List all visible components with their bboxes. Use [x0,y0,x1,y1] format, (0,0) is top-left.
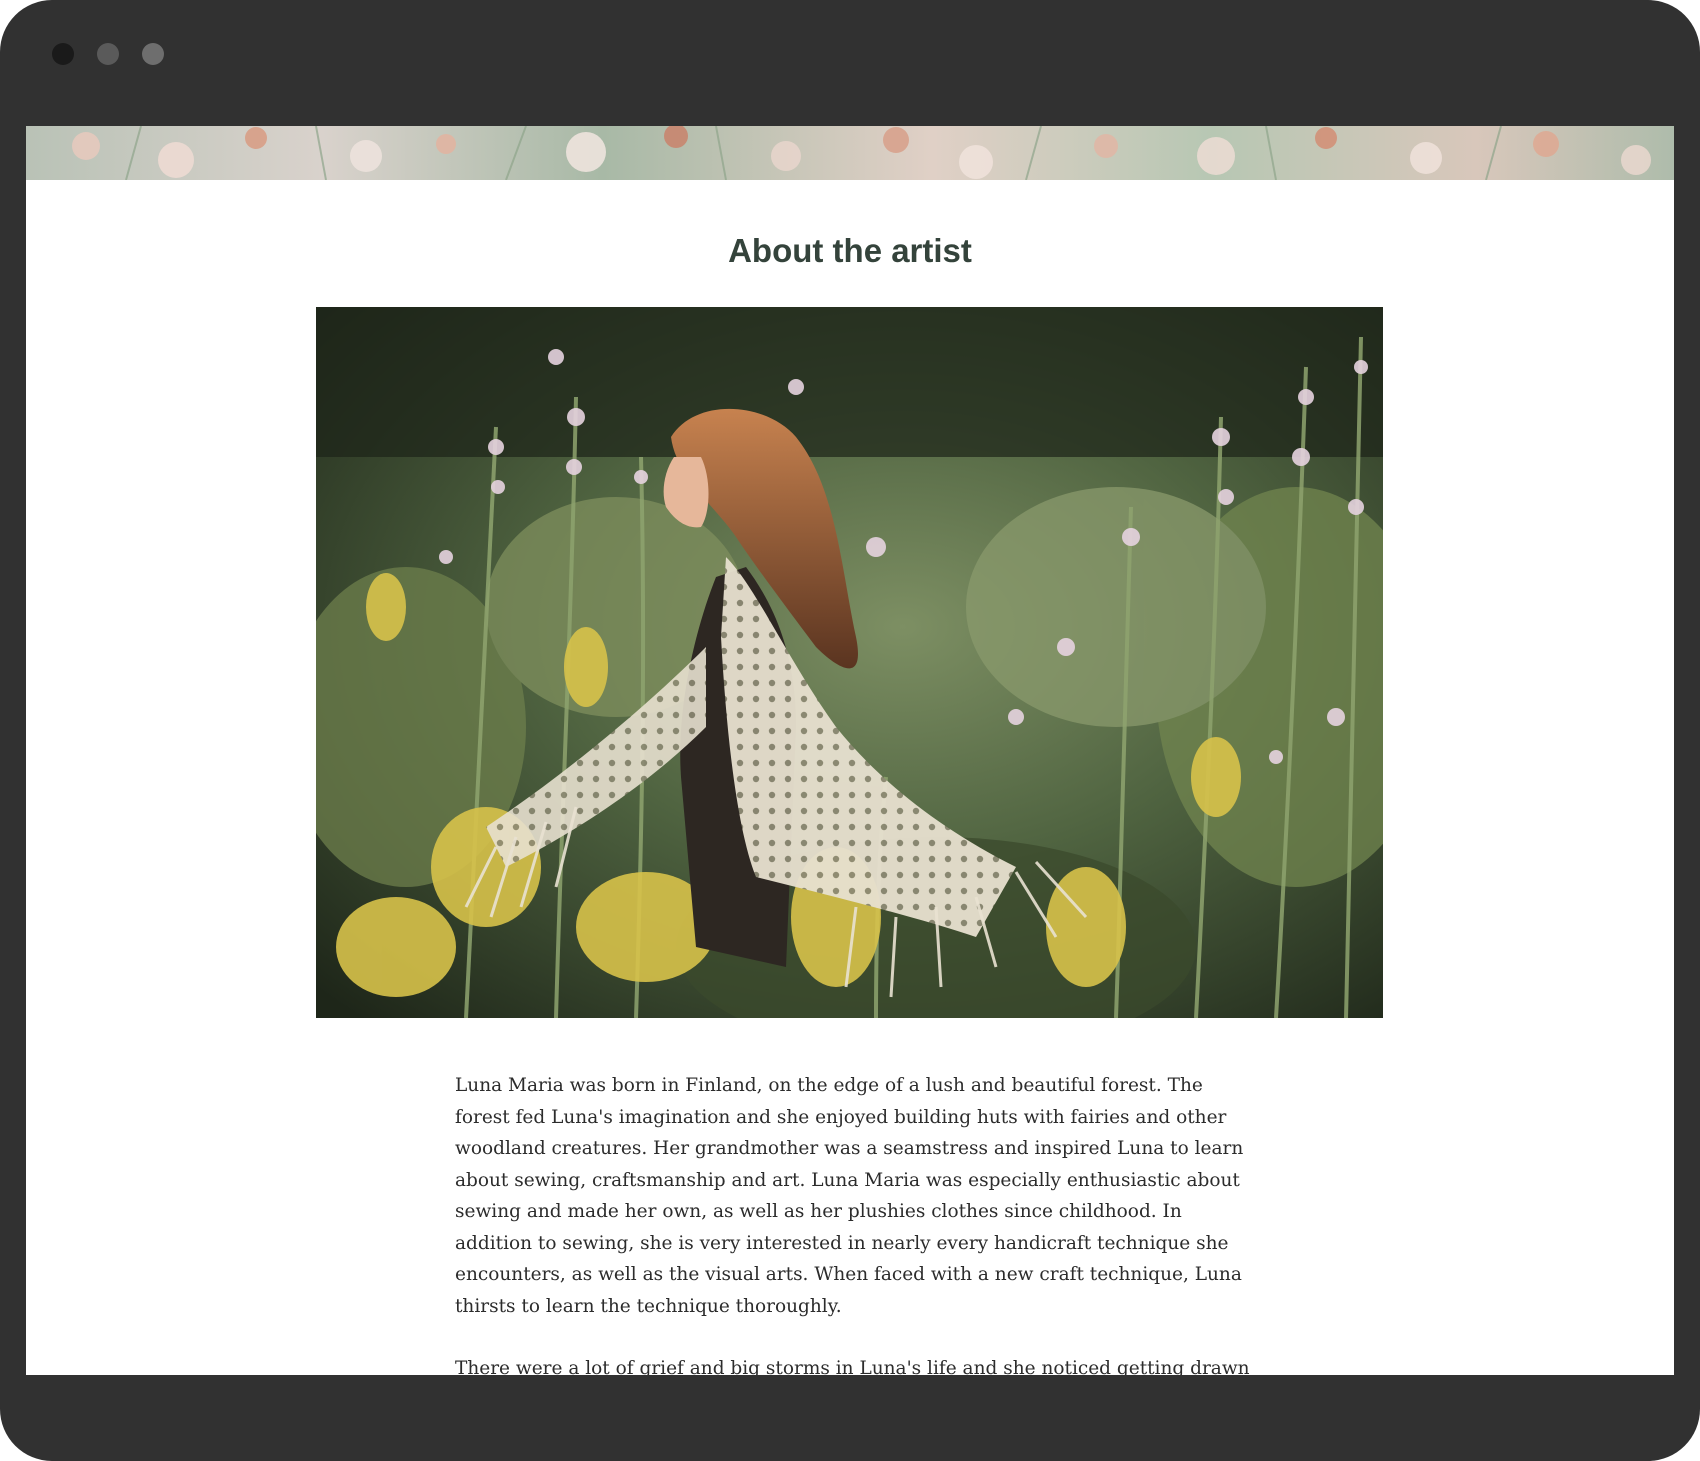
minimize-window-dot[interactable] [97,43,119,65]
page-viewport[interactable]: About the artist Luna Maria was born in … [26,126,1674,1375]
bio-paragraph: Luna Maria was born in Finland, on the e… [455,1075,1244,1317]
window-controls [52,43,164,65]
bio-paragraph: There were a lot of grief and big storms… [455,1358,1250,1375]
page-title: About the artist [728,232,972,269]
artist-photo [316,307,1383,1018]
close-window-dot[interactable] [52,43,74,65]
artist-bio: Luna Maria was born in Finland, on the e… [455,1070,1255,1375]
browser-frame: About the artist Luna Maria was born in … [0,0,1700,1461]
maximize-window-dot[interactable] [142,43,164,65]
floral-header-banner-image [26,126,1674,180]
